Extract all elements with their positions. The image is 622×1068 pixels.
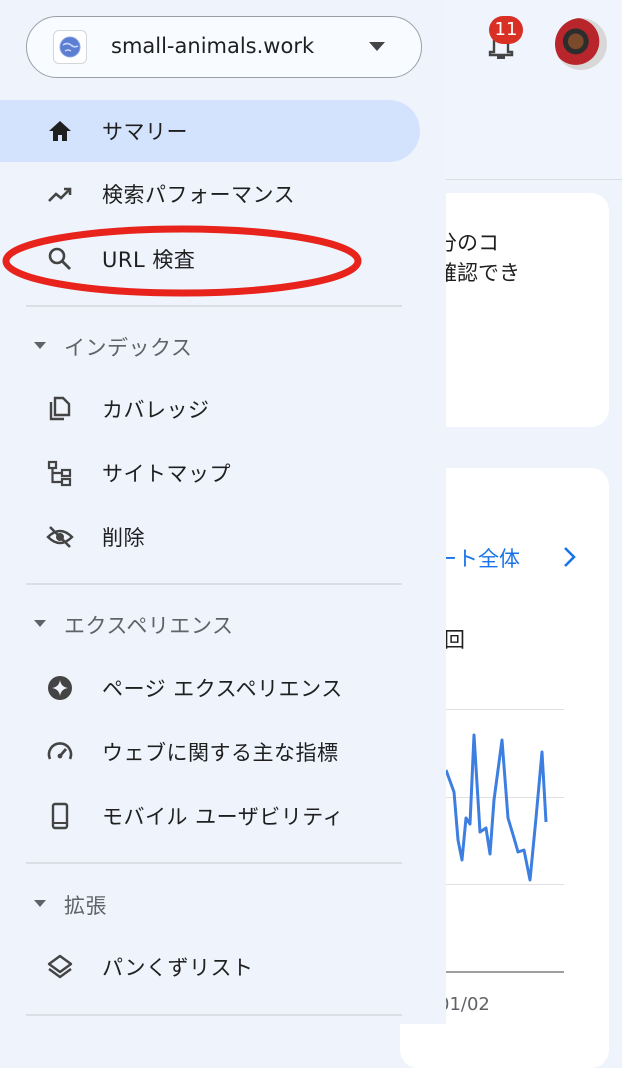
collapse-arrow-icon <box>34 620 46 627</box>
smartphone-icon <box>51 802 69 830</box>
full-report-link[interactable]: ート全体 <box>436 543 520 573</box>
section-title: 拡張 <box>64 894 107 918</box>
collapse-arrow-icon <box>34 342 46 349</box>
property-selector[interactable]: small-animals.work <box>26 16 422 78</box>
section-divider <box>26 862 402 864</box>
nav-item-label: サイトマップ <box>102 462 231 486</box>
nav-item-mobile-usability[interactable]: モバイル ユーザビリティ <box>0 785 420 847</box>
nav-item-label: カバレッジ <box>102 398 210 422</box>
nav-item-label: 削除 <box>102 526 145 550</box>
trending-up-icon <box>48 187 72 202</box>
nav-item-label: サマリー <box>102 120 188 144</box>
nav-item-label: ウェブに関する主な指標 <box>102 741 339 765</box>
search-icon <box>48 247 71 270</box>
nav-item-label: モバイル ユーザビリティ <box>102 805 344 829</box>
dropdown-arrow-icon <box>369 42 385 51</box>
section-experience[interactable]: エクスペリエンス <box>0 600 420 648</box>
nav-item-sitemaps[interactable]: サイトマップ <box>0 442 420 504</box>
info-card-text-line2: 確認でき <box>436 261 520 285</box>
nav-item-label: URL 検査 <box>102 248 196 272</box>
nav-item-search-performance[interactable]: 検索パフォーマンス <box>0 163 420 225</box>
nav-item-coverage[interactable]: カバレッジ <box>0 378 420 440</box>
notification-count-badge: 11 <box>489 16 523 44</box>
nav-item-summary[interactable]: サマリー <box>0 100 420 162</box>
property-name: small-animals.work <box>111 34 315 58</box>
section-divider <box>26 305 402 307</box>
section-index[interactable]: インデックス <box>0 322 420 370</box>
nav-item-url-inspection[interactable]: URL 検査 <box>0 228 420 290</box>
click-count-label: 回 <box>444 628 465 652</box>
chart-x-axis <box>446 971 564 973</box>
header-divider <box>446 179 622 180</box>
collapse-arrow-icon <box>34 900 46 907</box>
account-avatar[interactable] <box>555 18 607 70</box>
section-title: エクスペリエンス <box>64 614 234 638</box>
visibility-off-icon <box>46 526 74 548</box>
sitemap-icon <box>47 460 72 487</box>
nav-item-core-web-vitals[interactable]: ウェブに関する主な指標 <box>0 721 420 783</box>
nav-item-removals[interactable]: 削除 <box>0 506 420 568</box>
performance-line-chart <box>446 733 548 882</box>
section-divider <box>26 1014 402 1016</box>
speed-gauge-icon <box>47 742 73 760</box>
layers-icon <box>47 954 73 979</box>
navigation-drawer: small-animals.work サマリー 検索パフォーマンス URL 検査… <box>0 0 446 1024</box>
nav-item-label: ページ エクスペリエンス <box>102 677 343 701</box>
nav-item-page-experience[interactable]: ページ エクスペリエンス <box>0 657 420 719</box>
copy-icon <box>49 396 71 421</box>
section-divider <box>26 583 402 585</box>
sparkle-icon <box>48 676 72 700</box>
nav-item-label: 検索パフォーマンス <box>102 183 296 207</box>
nav-item-label: パンくずリスト <box>102 956 254 980</box>
globe-icon <box>53 30 87 64</box>
home-icon <box>49 121 71 141</box>
chevron-right-icon[interactable] <box>561 545 579 569</box>
section-enhancements[interactable]: 拡張 <box>0 880 420 928</box>
nav-item-breadcrumbs[interactable]: パンくずリスト <box>0 936 420 998</box>
section-title: インデックス <box>64 336 193 360</box>
